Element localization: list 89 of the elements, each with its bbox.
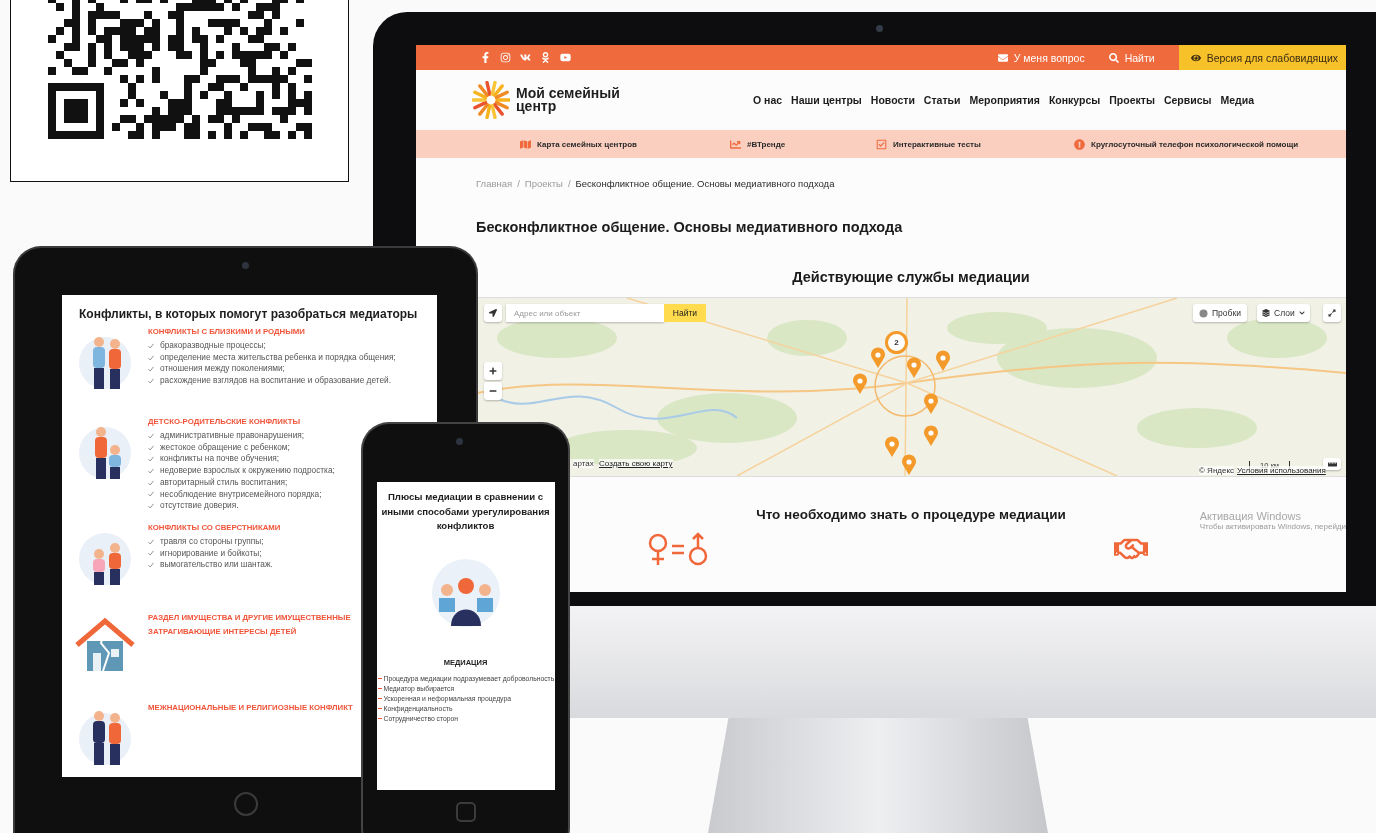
conflict-item: конфликты на почве обучения; bbox=[160, 454, 280, 465]
chart-icon bbox=[730, 138, 741, 150]
eye-icon bbox=[1190, 52, 1201, 63]
map-pin-icon[interactable] bbox=[936, 350, 950, 371]
locate-button[interactable] bbox=[484, 304, 502, 322]
traffic-button[interactable]: Пробки bbox=[1193, 304, 1247, 322]
section-title: Что необходимо знать о процедуре медиации bbox=[756, 507, 1066, 522]
map-pin-icon[interactable] bbox=[871, 347, 885, 368]
phone-page-title: Плюсы медиации в сравнении с иными способами урегулирования конфликтов bbox=[380, 490, 551, 533]
quick-link[interactable]: Круглосуточный телефон психологической помощи bbox=[1091, 139, 1299, 149]
logo-icon bbox=[472, 81, 510, 119]
ruler-button[interactable] bbox=[1323, 458, 1341, 470]
zoom-out-button[interactable] bbox=[484, 382, 502, 400]
arrow-icon bbox=[489, 309, 497, 317]
zoom-in-button[interactable] bbox=[484, 362, 502, 380]
youtube-icon[interactable] bbox=[560, 52, 571, 63]
layers-button[interactable]: Слои bbox=[1257, 304, 1310, 322]
nav-link[interactable]: Наши центры bbox=[791, 94, 862, 106]
conflict-item: бракоразводные процессы; bbox=[160, 341, 266, 351]
search-icon bbox=[1108, 52, 1119, 63]
conflict-item: административные правонарушения; bbox=[160, 431, 305, 441]
checkbox-icon bbox=[876, 138, 887, 150]
tablet-page-title: Конфликты, в которых помогут разобраться медиаторы bbox=[79, 307, 419, 321]
breadcrumb-link[interactable]: Бесконфликтное общение. Основы медиативного подхода bbox=[575, 178, 835, 189]
conflict-item: расхождение взглядов на воспитание и образование детей. bbox=[160, 376, 391, 386]
quick-link[interactable]: Интерактивные тесты bbox=[893, 139, 981, 149]
nav-link[interactable]: О нас bbox=[753, 94, 783, 106]
camera-dot bbox=[876, 25, 883, 32]
nav-link[interactable]: Новости bbox=[870, 94, 915, 106]
activation-watermark-title: Активация Windows bbox=[1199, 510, 1302, 522]
dash-icon bbox=[377, 677, 382, 679]
accessibility-version-link[interactable]: Версия для слабовидящих bbox=[1178, 45, 1346, 70]
conflict-item: вымогательство или шантаж. bbox=[160, 560, 273, 571]
home-button[interactable] bbox=[233, 792, 258, 816]
conflict-item: определение места жительства ребенка и порядка общения; bbox=[160, 352, 396, 363]
map-pin-icon[interactable] bbox=[924, 393, 938, 414]
conflict-item: жестокое обращение с ребенком; bbox=[160, 442, 290, 453]
map-search-button[interactable]: Найти bbox=[664, 304, 706, 322]
page-title: Бесконфликтное общение. Основы медиативного подхода bbox=[476, 219, 904, 235]
nav-link[interactable]: Мероприятия bbox=[969, 94, 1040, 106]
map-pin-icon[interactable] bbox=[885, 436, 899, 457]
map-icon bbox=[520, 138, 531, 150]
mail-icon bbox=[997, 52, 1008, 63]
map-search-field[interactable]: Адрес или объект bbox=[506, 304, 664, 322]
conflict-item: игнорирование и бойкоты; bbox=[160, 548, 262, 559]
breadcrumb-separator: / bbox=[517, 178, 520, 189]
warning-icon bbox=[1074, 138, 1085, 150]
camera-dot bbox=[242, 262, 249, 269]
traffic-icon bbox=[1199, 308, 1208, 318]
chevron-down-icon bbox=[1298, 310, 1305, 316]
dash-icon bbox=[377, 687, 382, 689]
quick-link[interactable]: Карта семейных центров bbox=[537, 139, 638, 149]
odnoklassniki-icon[interactable] bbox=[540, 52, 551, 63]
dash-icon bbox=[377, 707, 382, 709]
minus-icon bbox=[489, 387, 497, 395]
map-pin-icon[interactable] bbox=[907, 357, 921, 378]
nav-link[interactable]: Проекты bbox=[1109, 94, 1155, 106]
conflict-item: недоверие взрослых к окружению подростка; bbox=[160, 466, 335, 476]
nav-link[interactable]: Сервисы bbox=[1163, 94, 1212, 106]
conflict-item: несоблюдение внутрисемейного порядка; bbox=[160, 489, 322, 500]
expand-icon bbox=[1328, 309, 1336, 317]
nav-link[interactable]: Медиа bbox=[1220, 94, 1254, 106]
conflict-item: отношения между поколениями; bbox=[160, 364, 285, 375]
map-pin-icon[interactable] bbox=[902, 454, 916, 475]
plus-icon bbox=[489, 367, 497, 375]
map-copyright: © Яндекс bbox=[1199, 466, 1235, 475]
quick-link[interactable]: #ВТренде bbox=[747, 139, 786, 149]
section-title: Действующие службы медиации bbox=[792, 269, 1030, 285]
open-map-link[interactable]: артах bbox=[573, 459, 594, 468]
layers-icon bbox=[1262, 309, 1270, 317]
conflict-item: авторитарный стиль воспитания; bbox=[160, 477, 288, 488]
instagram-icon[interactable] bbox=[500, 52, 511, 63]
nav-link[interactable]: Статьи bbox=[923, 94, 961, 106]
breadcrumb-separator: / bbox=[567, 178, 571, 189]
map-pin-icon[interactable] bbox=[853, 373, 867, 394]
camera-dot bbox=[456, 438, 463, 445]
facebook-icon[interactable] bbox=[480, 52, 491, 63]
fullscreen-button[interactable] bbox=[1323, 304, 1341, 322]
dash-icon bbox=[377, 717, 382, 719]
vk-icon[interactable] bbox=[520, 52, 531, 63]
logo-text[interactable]: Мой семейный центр bbox=[516, 87, 620, 113]
dash-icon bbox=[377, 697, 382, 699]
conflict-item: отсутствие доверия. bbox=[160, 501, 239, 511]
home-button[interactable] bbox=[455, 802, 476, 822]
conflict-item: травля со стороны группы; bbox=[160, 536, 264, 547]
activation-watermark-text: Чтобы активировать Windows, перейди bbox=[1199, 522, 1346, 531]
create-map-link[interactable]: Создать свою карту bbox=[599, 459, 673, 468]
map-pin-icon[interactable] bbox=[924, 425, 938, 446]
nav-link[interactable]: Конкурсы bbox=[1048, 94, 1101, 106]
